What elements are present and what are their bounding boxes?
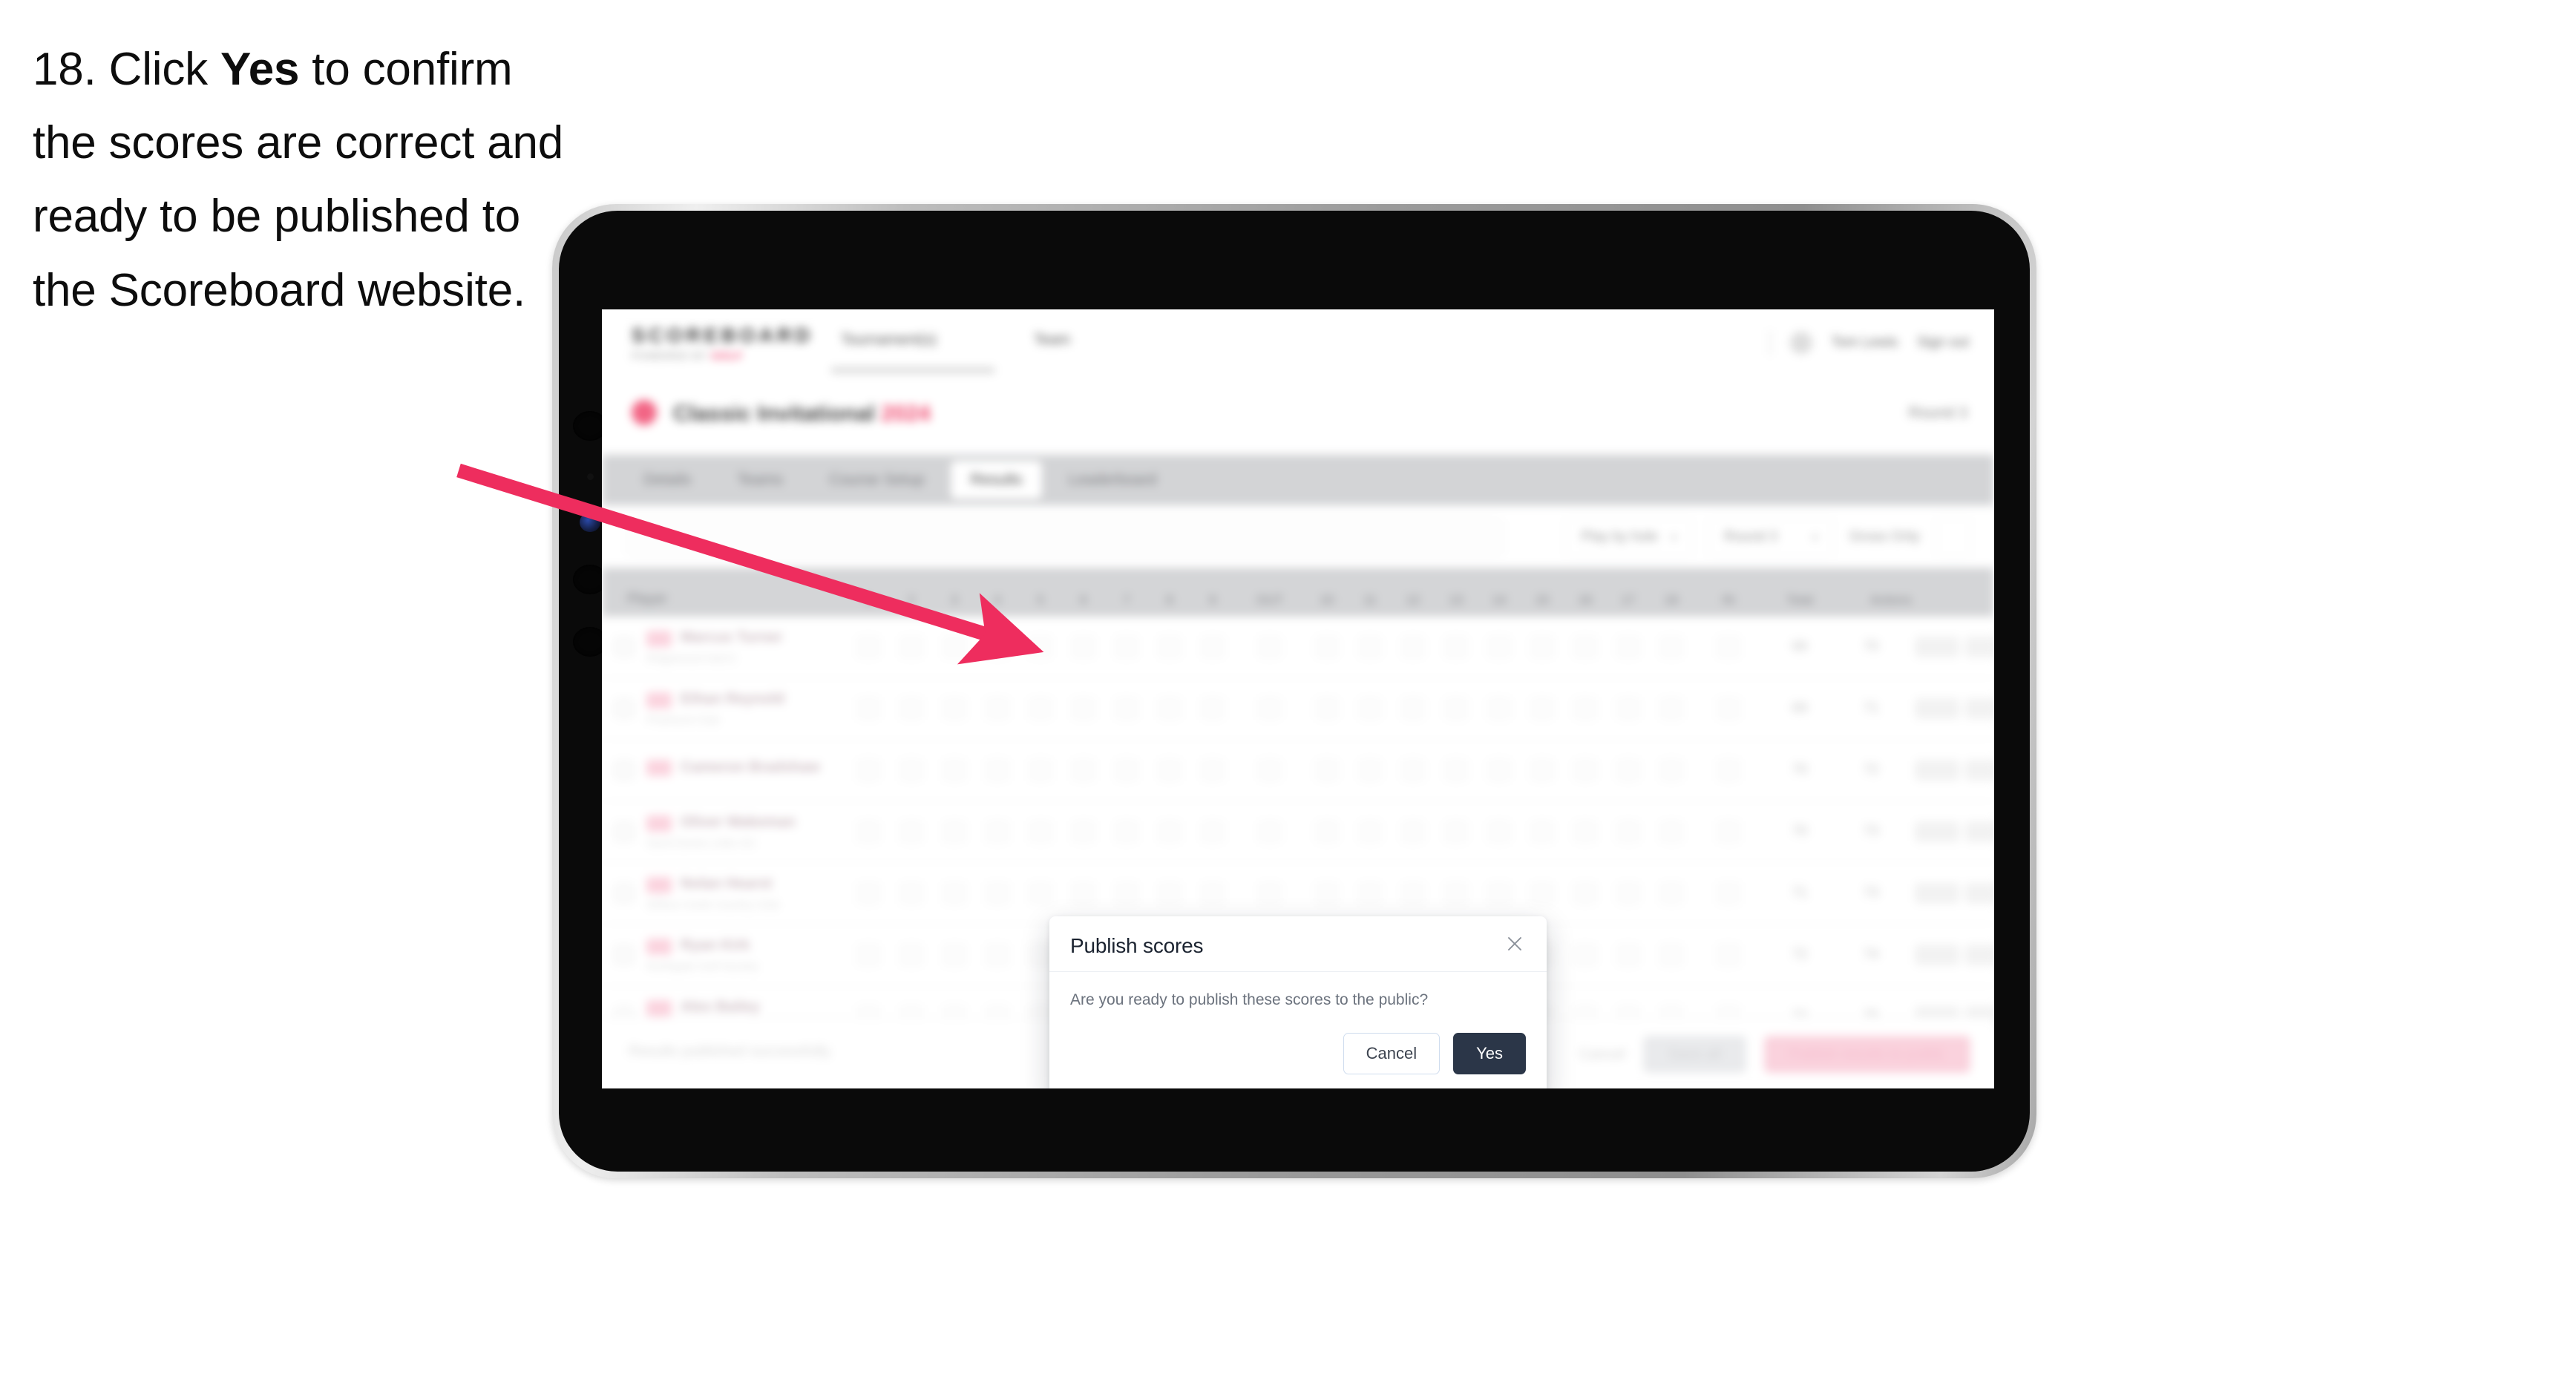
close-icon[interactable] bbox=[1502, 931, 1527, 956]
microphone-icon bbox=[586, 473, 594, 480]
publish-scores-dialog: Publish scores Are you ready to publish … bbox=[1049, 916, 1547, 1088]
front-camera-icon bbox=[580, 513, 600, 532]
dialog-body: Are you ready to publish these scores to… bbox=[1049, 972, 1547, 1015]
confirm-yes-button[interactable]: Yes bbox=[1453, 1033, 1526, 1074]
camera-sensor-cluster bbox=[573, 411, 607, 767]
tablet-bezel: SCOREBOARD POWERED BY GOLF Tournament(s)… bbox=[559, 211, 2030, 1172]
step-number: 18. bbox=[33, 44, 96, 95]
dialog-header: Publish scores bbox=[1049, 916, 1547, 972]
modal-overlay: Publish scores Are you ready to publish … bbox=[602, 309, 1994, 1088]
tablet-device: SCOREBOARD POWERED BY GOLF Tournament(s)… bbox=[552, 204, 2036, 1178]
dialog-footer: Cancel Yes bbox=[1049, 1015, 1547, 1088]
screenshot-stage: 18. Click Yes to confirm the scores are … bbox=[0, 0, 2576, 1386]
caption-before: Click bbox=[96, 44, 220, 95]
dialog-message: Are you ready to publish these scores to… bbox=[1070, 991, 1429, 1008]
caption-bold-yes: Yes bbox=[220, 44, 300, 95]
browser-screen: SCOREBOARD POWERED BY GOLF Tournament(s)… bbox=[602, 309, 1994, 1088]
dialog-title: Publish scores bbox=[1070, 934, 1204, 957]
cancel-button[interactable]: Cancel bbox=[1343, 1033, 1441, 1074]
instruction-caption: 18. Click Yes to confirm the scores are … bbox=[33, 33, 582, 327]
